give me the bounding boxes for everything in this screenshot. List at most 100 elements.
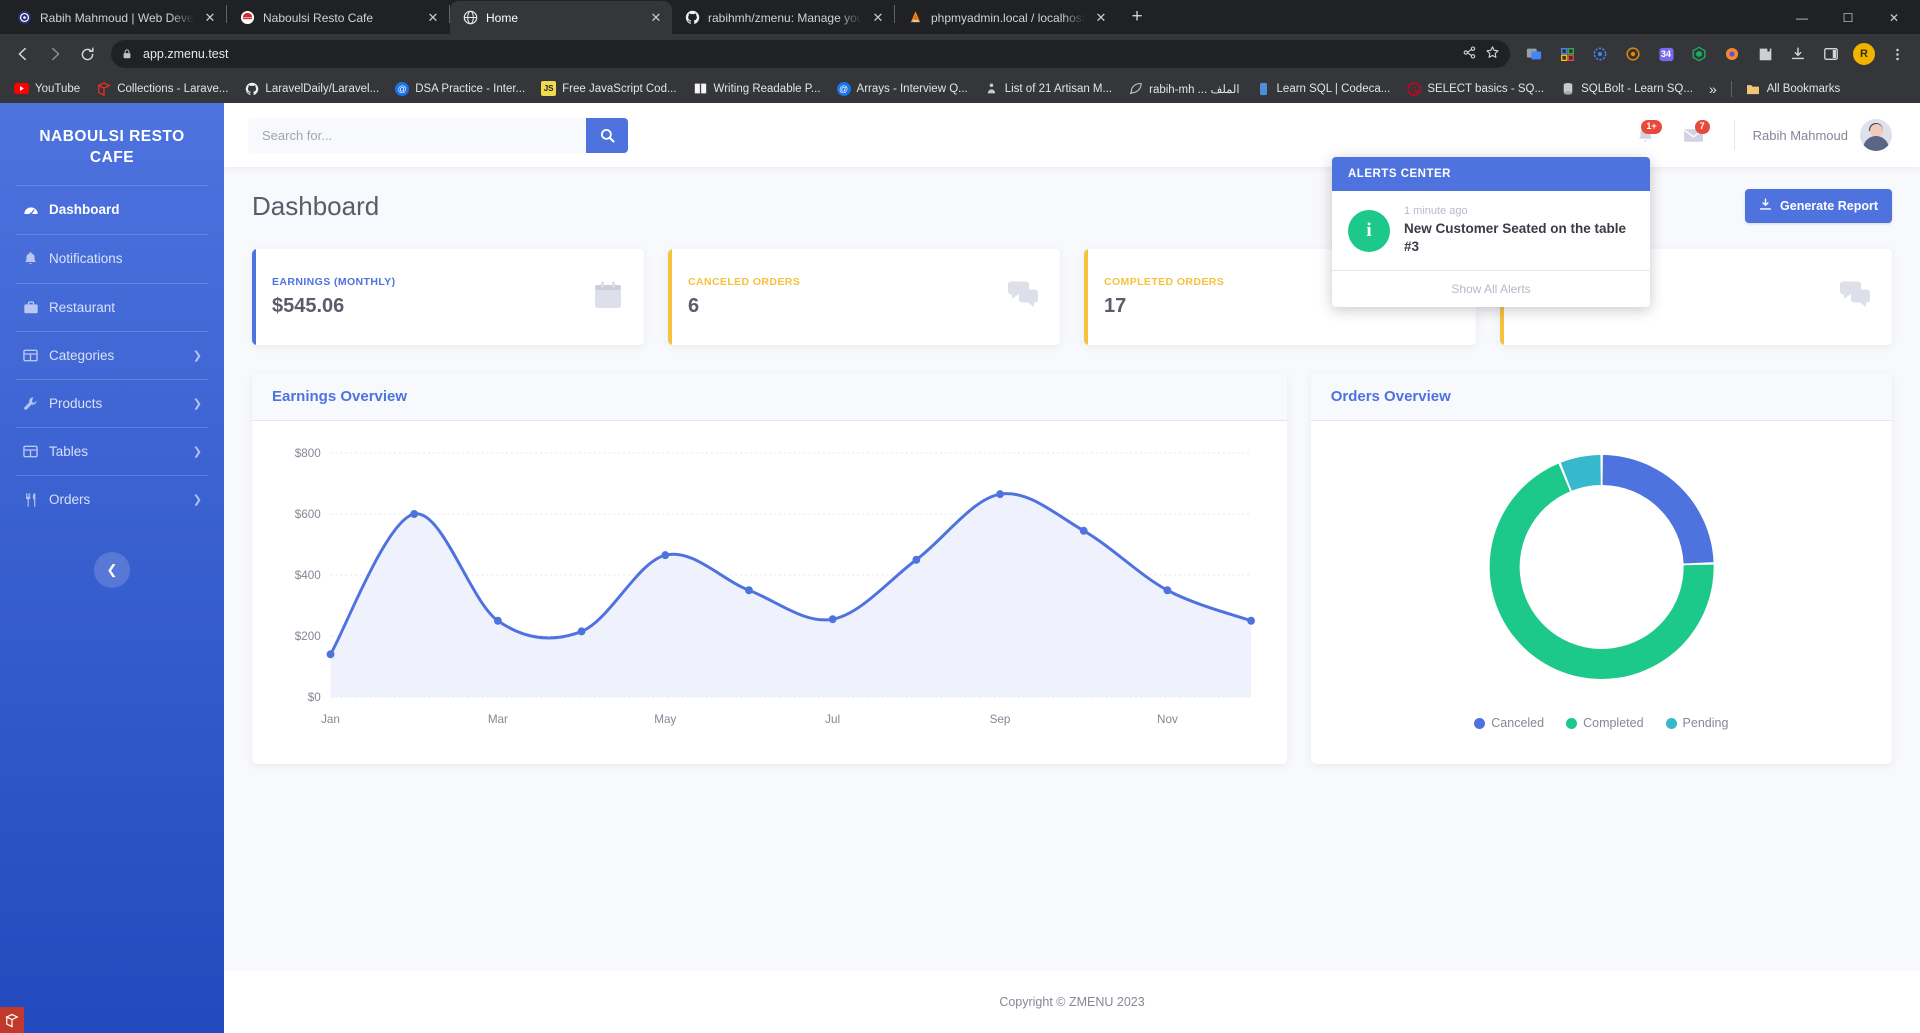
user-menu[interactable]: Rabih Mahmoud bbox=[1753, 119, 1896, 151]
bookmark-item[interactable]: SQLBolt - Learn SQ... bbox=[1553, 77, 1700, 100]
bookmark-item[interactable]: rabih-mh ... الملف bbox=[1121, 77, 1246, 100]
devtools-icon[interactable] bbox=[1684, 39, 1714, 69]
stat-card-value: $545.06 bbox=[272, 295, 345, 317]
browser-tab-4[interactable]: rabihmh/zmenu: Manage your re ✕ bbox=[672, 1, 894, 34]
info-icon: i bbox=[1348, 209, 1390, 252]
share-icon[interactable] bbox=[1462, 45, 1477, 63]
close-icon[interactable]: ✕ bbox=[202, 10, 218, 26]
earnings-area-chart[interactable]: $0 $200 $400 $600 $800 Jan Mar May Jul Sep Nov bbox=[272, 439, 1267, 739]
color-picker-icon[interactable] bbox=[1717, 39, 1747, 69]
bookmark-item[interactable]: Learn SQL | Codeca... bbox=[1249, 77, 1398, 100]
feather-icon bbox=[1128, 81, 1143, 96]
show-all-alerts-link[interactable]: Show All Alerts bbox=[1332, 271, 1650, 307]
browser-toolbar: app.zmenu.test 34 R bbox=[0, 34, 1920, 74]
kebab-menu-icon[interactable] bbox=[1882, 39, 1912, 69]
legend-item[interactable]: Completed bbox=[1566, 716, 1644, 730]
messages-badge: 7 bbox=[1694, 120, 1710, 134]
browser-tab-3-active[interactable]: Home ✕ bbox=[450, 1, 672, 34]
bookmark-item[interactable]: Q SELECT basics - SQ... bbox=[1399, 77, 1551, 100]
eye-icon[interactable] bbox=[1618, 39, 1648, 69]
stat-card-canceled-orders[interactable]: CANCELED ORDERS 6 bbox=[668, 249, 1060, 345]
generate-report-button[interactable]: Generate Report bbox=[1745, 189, 1892, 223]
topbar-divider bbox=[1733, 120, 1735, 150]
legend-item[interactable]: Pending bbox=[1665, 716, 1729, 730]
sidebar-item-restaurant[interactable]: Restaurant bbox=[0, 284, 224, 331]
search-form bbox=[248, 117, 628, 153]
bookmark-item[interactable]: List of 21 Artisan M... bbox=[977, 77, 1119, 100]
sidebar-collapse-button[interactable]: ❮ bbox=[94, 551, 130, 588]
bookmark-item[interactable]: @ Arrays - Interview Q... bbox=[830, 78, 975, 100]
bookmark-item[interactable]: LaravelDaily/Laravel... bbox=[237, 77, 386, 100]
bookmark-item[interactable]: Collections - Larave... bbox=[89, 77, 235, 100]
legend-label: Pending bbox=[1682, 716, 1729, 730]
stat-card-earnings[interactable]: EARNINGS (MONTHLY) $545.06 bbox=[252, 249, 644, 345]
window-maximize-button[interactable]: ☐ bbox=[1826, 2, 1870, 34]
orders-donut-chart[interactable] bbox=[1331, 439, 1872, 697]
sidebar-brand[interactable]: NABOULSI RESTO CAFE bbox=[0, 119, 224, 185]
alerts-bell-button[interactable]: 1+ bbox=[1624, 113, 1668, 157]
earnings-overview-panel: Earnings Overview $0 $200 $400 $600 $800 Jan M… bbox=[252, 373, 1287, 764]
extensions-icon[interactable] bbox=[1750, 39, 1780, 69]
download-icon[interactable] bbox=[1783, 39, 1813, 69]
lock-icon bbox=[121, 48, 134, 61]
svg-text:$200: $200 bbox=[295, 629, 321, 643]
sidebar-item-categories[interactable]: Categories ❯ bbox=[0, 332, 224, 379]
sidebar-item-label: Dashboard bbox=[49, 202, 120, 218]
close-icon[interactable]: ✕ bbox=[1093, 10, 1109, 26]
messages-button[interactable]: 7 bbox=[1672, 113, 1716, 157]
sqlzoo-icon: Q bbox=[1406, 81, 1421, 96]
bookmark-label: LaravelDaily/Laravel... bbox=[265, 82, 380, 95]
extensions-count-icon[interactable]: 34 bbox=[1651, 39, 1681, 69]
sidebar-item-dashboard[interactable]: Dashboard bbox=[0, 186, 224, 234]
profile-avatar-button[interactable]: R bbox=[1853, 43, 1875, 65]
close-icon[interactable]: ✕ bbox=[870, 10, 886, 26]
bookmark-item[interactable]: YouTube bbox=[7, 77, 87, 100]
window-close-button[interactable]: ✕ bbox=[1872, 2, 1916, 34]
search-button[interactable] bbox=[586, 117, 628, 153]
window-minimize-button[interactable]: — bbox=[1780, 2, 1824, 34]
close-icon[interactable]: ✕ bbox=[648, 10, 664, 26]
address-bar[interactable]: app.zmenu.test bbox=[111, 40, 1510, 68]
qr-icon[interactable] bbox=[1552, 39, 1582, 69]
sidebar-item-orders[interactable]: Orders ❯ bbox=[0, 476, 224, 524]
new-tab-button[interactable]: + bbox=[1123, 3, 1151, 31]
bookmarks-overflow-button[interactable]: » bbox=[1702, 79, 1724, 99]
all-bookmarks-button[interactable]: All Bookmarks bbox=[1739, 77, 1848, 100]
back-icon[interactable] bbox=[8, 39, 38, 69]
taskbar-app-chip[interactable] bbox=[0, 1007, 24, 1033]
bookmark-item[interactable]: @ DSA Practice - Inter... bbox=[388, 78, 532, 100]
forward-icon[interactable] bbox=[40, 39, 70, 69]
speedometer-icon bbox=[22, 202, 39, 218]
browser-tab-title: Rabih Mahmoud | Web Develop bbox=[40, 10, 194, 25]
star-icon[interactable] bbox=[1485, 45, 1500, 63]
bookmark-label: Collections - Larave... bbox=[117, 82, 229, 95]
close-icon[interactable]: ✕ bbox=[425, 10, 441, 26]
browser-tab-2[interactable]: Naboulsi Resto Cafe ✕ bbox=[227, 1, 449, 34]
sidepanel-icon[interactable] bbox=[1816, 39, 1846, 69]
bookmark-item[interactable]: Writing Readable P... bbox=[686, 77, 828, 100]
svg-text:$600: $600 bbox=[295, 507, 321, 521]
reload-icon[interactable] bbox=[72, 39, 102, 69]
comments-icon bbox=[1006, 280, 1040, 315]
bookmarks-bar: YouTube Collections - Larave... LaravelD… bbox=[0, 74, 1920, 103]
copyright-text: Copyright © ZMENU 2023 bbox=[999, 995, 1145, 1009]
alert-item[interactable]: i 1 minute ago New Customer Seated on th… bbox=[1332, 191, 1650, 272]
cutlery-icon bbox=[22, 492, 39, 508]
app-root: NABOULSI RESTO CAFE Dashboard Notificati… bbox=[0, 103, 1920, 1033]
donut-slice[interactable] bbox=[1602, 455, 1714, 564]
search-input[interactable] bbox=[248, 117, 586, 153]
bookmarks-divider bbox=[1730, 80, 1732, 97]
bookmark-item[interactable]: JS Free JavaScript Cod... bbox=[534, 77, 683, 100]
sidebar-item-tables[interactable]: Tables ❯ bbox=[0, 428, 224, 475]
legend-item[interactable]: Canceled bbox=[1474, 716, 1544, 730]
charts-row: Earnings Overview $0 $200 $400 $600 $800 Jan M… bbox=[252, 373, 1892, 794]
translate-icon[interactable] bbox=[1519, 39, 1549, 69]
book-icon bbox=[693, 81, 708, 96]
sidebar-item-products[interactable]: Products ❯ bbox=[0, 380, 224, 427]
browser-tab-1[interactable]: Rabih Mahmoud | Web Develop ✕ bbox=[4, 1, 226, 34]
legend-label: Completed bbox=[1583, 716, 1644, 730]
sidebar-item-notifications[interactable]: Notifications bbox=[0, 235, 224, 283]
settings-gear-icon[interactable] bbox=[1585, 39, 1615, 69]
browser-tab-5[interactable]: phpmyadmin.local / localhost / ✕ bbox=[895, 1, 1117, 34]
page-footer: Copyright © ZMENU 2023 bbox=[224, 971, 1920, 1033]
